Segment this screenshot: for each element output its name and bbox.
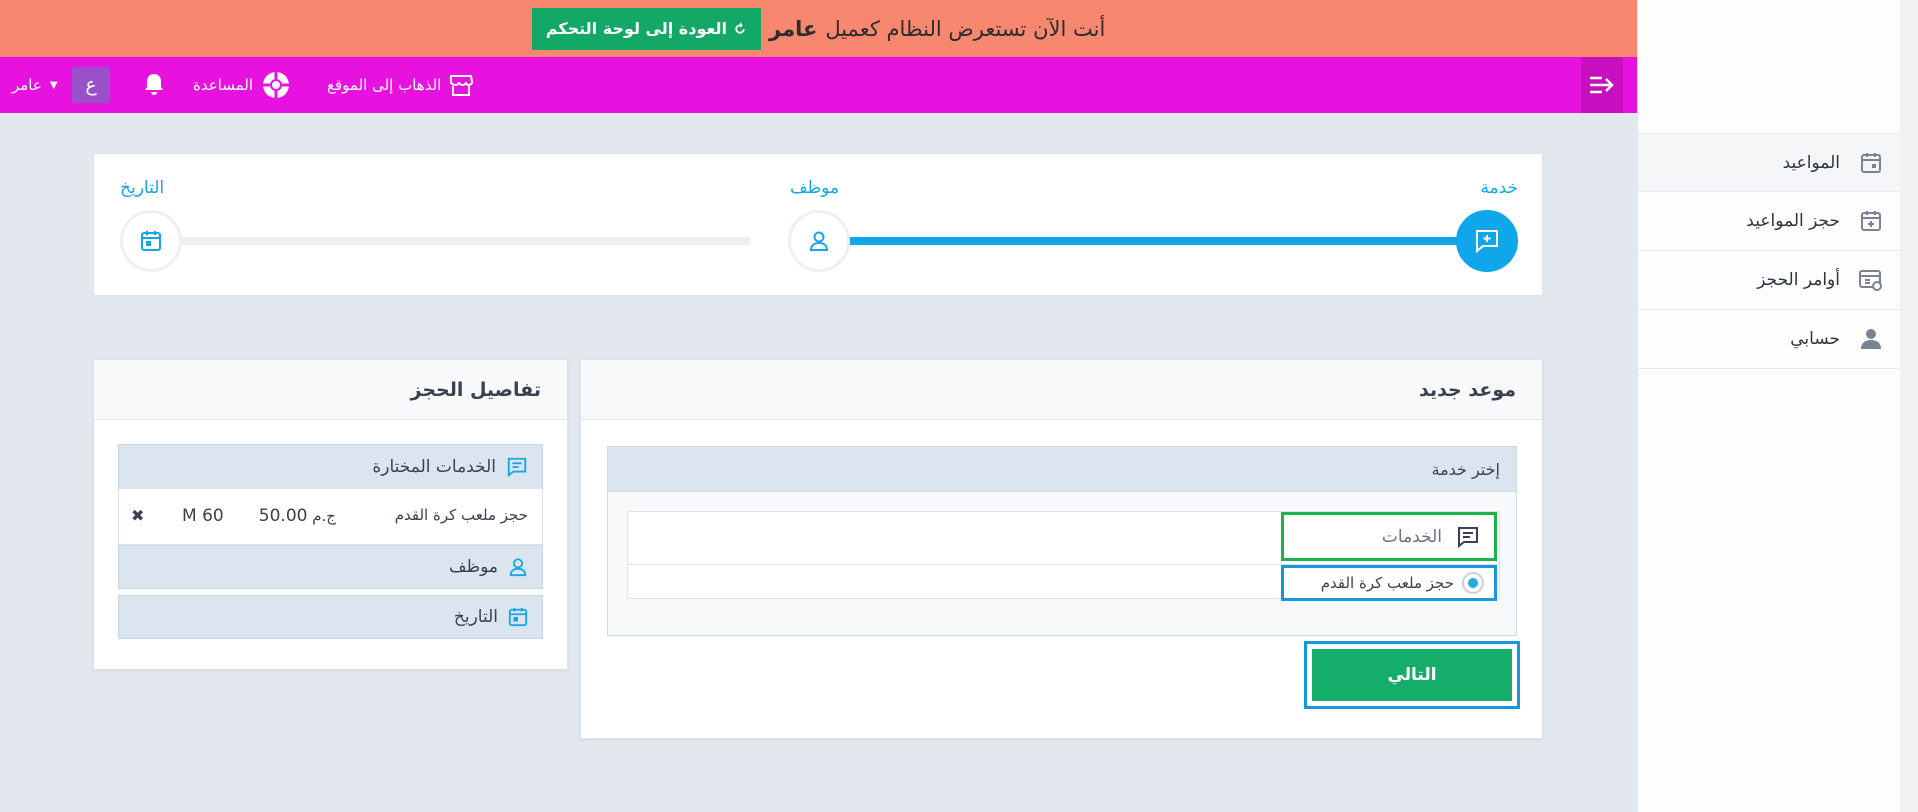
radio-selected-dot [1468,578,1478,588]
calendar-icon [1858,150,1884,176]
step-line-pending [160,237,750,245]
employee-section[interactable]: موظف [118,545,543,589]
user-icon [509,558,527,577]
chevron-down-icon: ▼ [49,79,58,91]
back-to-dashboard-button[interactable]: العودة إلى لوحة التحكم [531,7,762,50]
refresh-icon [735,21,745,34]
calendar-icon [141,231,161,251]
service-option-row: حجز ملعب كرة القدم [628,565,1499,601]
price-currency: ج.م [312,507,336,525]
selected-service-price: ج.م 50.00 [259,506,336,526]
selected-service-duration: M 60 [182,506,224,526]
chat-icon [507,457,527,478]
sidebar-item-appointments[interactable]: المواعيد [1638,133,1900,192]
sidebar-item-label: حجز المواعيد [1746,211,1840,231]
go-to-site-label: الذهاب إلى الموقع [327,76,442,94]
price-value: 50.00 [258,506,308,526]
date-label: التاريخ [453,607,498,627]
details-title: تفاصيل الحجز [94,360,567,420]
service-option[interactable]: حجز ملعب كرة القدم [1281,565,1497,601]
sidebar-item-label: حسابي [1790,329,1840,349]
selected-service-row: حجز ملعب كرة القدم ج.م 50.00 M 60 ✖ [118,489,543,545]
sidebar-logo-area [1638,0,1900,133]
step-employee-label: موظف [790,178,840,198]
step-line-complete [814,237,1494,245]
sidebar-item-my-account[interactable]: حسابي [1638,310,1900,369]
sidebar-item-label: المواعيد [1782,152,1840,173]
date-section[interactable]: التاريخ [118,595,543,639]
new-appointment-card: موعد جديد إختر خدمة الخدمات حجز ملعب كرة… [580,359,1543,739]
next-button[interactable]: التالي [1312,649,1512,701]
service-option-label: حجز ملعب كرة القدم [1320,574,1454,592]
chat-icon [1458,526,1478,548]
avatar[interactable]: ع [72,67,110,103]
services-table: الخدمات حجز ملعب كرة القدم [627,511,1500,601]
sidebar-item-booking-orders[interactable]: أوامر الحجز [1638,251,1900,310]
sidebar-item-label: أوامر الحجز [1757,270,1840,290]
bell-icon [145,74,163,95]
next-button-wrapper: التالي [1304,641,1520,709]
step-service[interactable] [1456,210,1518,272]
service-icon [1476,230,1498,254]
lifebuoy-icon [263,72,290,98]
card-title: موعد جديد [581,360,1542,420]
step-service-label: خدمة [1480,178,1518,198]
notifications-button[interactable] [142,57,166,113]
selected-service-name: حجز ملعب كرة القدم [394,506,528,524]
selected-services-label: الخدمات المختارة [372,457,496,477]
employee-label: موظف [448,557,498,577]
store-icon [450,75,474,96]
remove-service-icon[interactable]: ✖ [131,506,144,525]
service-radio[interactable] [1462,572,1484,594]
user-icon [1858,326,1884,352]
scrollbar[interactable] [1900,0,1918,812]
step-date[interactable] [120,210,182,272]
help-link[interactable]: المساعدة [193,57,291,113]
services-header-row: الخدمات [628,512,1499,565]
choose-service-panel: إختر خدمة الخدمات حجز ملعب كرة القدم [607,446,1517,636]
arrow-right-menu-icon [1590,76,1614,94]
sidebar-item-book-appointments[interactable]: حجز المواعيد [1638,192,1900,251]
user-menu[interactable]: ▼ عامر [12,57,58,113]
sidebar-toggle-button[interactable] [1581,57,1623,113]
sidebar: المواعيد حجز المواعيد أوامر الحجز حسابي [1637,0,1900,812]
services-header-label: الخدمات [1381,526,1442,547]
impersonated-customer-name: عامر [769,16,818,41]
orders-icon [1858,267,1884,293]
booking-steps: خدمة موظف التاريخ [93,153,1543,296]
go-to-site-link[interactable]: الذهاب إلى الموقع [327,57,474,113]
user-icon [809,231,829,251]
services-header: الخدمات [1281,512,1497,561]
top-navbar: ▼ عامر ع المساعدة الذهاب إلى الموقع [0,57,1637,113]
help-label: المساعدة [193,76,254,94]
calendar-plus-icon [1858,208,1884,234]
back-to-dashboard-label: العودة إلى لوحة التحكم [545,19,728,38]
impersonation-bar: أنت الآن تستعرض النظام كعميل عامر العودة… [0,0,1637,57]
selected-services-header: الخدمات المختارة [118,444,543,490]
user-name: عامر [12,76,42,94]
step-employee[interactable] [788,210,850,272]
step-date-label: التاريخ [120,178,165,198]
booking-details-card: تفاصيل الحجز الخدمات المختارة حجز ملعب ك… [93,359,568,670]
impersonation-message: أنت الآن تستعرض النظام كعميل عامر العودة… [0,0,1637,57]
choose-service-heading: إختر خدمة [608,447,1516,492]
impersonation-text: أنت الآن تستعرض النظام كعميل [825,16,1106,41]
calendar-icon [508,607,528,627]
